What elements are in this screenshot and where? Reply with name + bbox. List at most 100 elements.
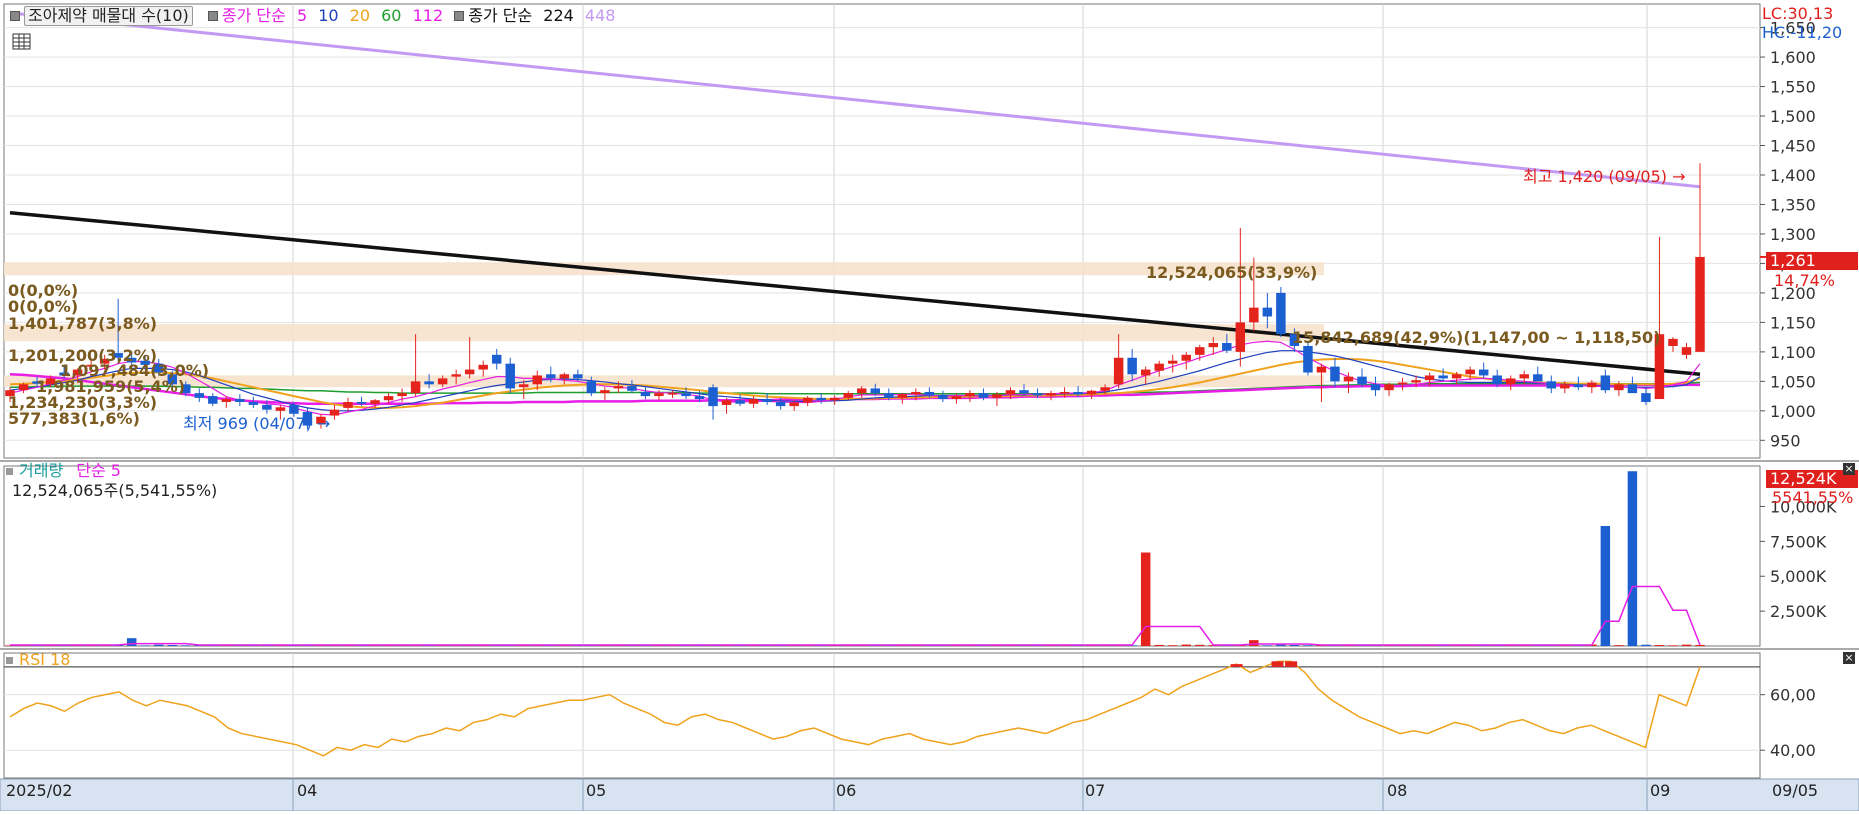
legend-toggle-icon[interactable] (6, 657, 13, 664)
legend-toggle-icon[interactable] (6, 468, 13, 475)
candle-body (370, 400, 380, 404)
candle-body (1235, 322, 1246, 352)
candle-body (248, 401, 259, 405)
high-annotation: 최고 1,420 (09/05) → (1523, 167, 1686, 186)
volume-bar (1303, 645, 1313, 646)
last-price-tag: 1,261 (1766, 252, 1858, 270)
legend-toggle-icon[interactable] (207, 11, 218, 21)
price-tick-label: 1,500 (1770, 107, 1816, 126)
candle-body (1573, 384, 1584, 388)
zone-top-label: 12,524,065(33,9%) (1146, 263, 1318, 282)
candle-body (1519, 374, 1529, 379)
stock-chart-window: 9501,0001,0501,1001,1501,2001,2501,3001,… (0, 0, 1859, 812)
candle-body (1438, 375, 1448, 379)
candle-body (208, 396, 218, 404)
ma-group2-prefix: 종가 단순 (468, 6, 533, 25)
candle-body (816, 397, 826, 401)
price-tick-label: 1,450 (1770, 137, 1816, 156)
candle-body (1357, 376, 1367, 385)
price-legend: 조아제약 매물대 수(10) 종가 단순 5 10 20 60 112 종가 단… (6, 6, 615, 26)
candle-body (708, 387, 718, 407)
legend-toggle-icon[interactable] (10, 11, 20, 21)
volume-info: 12,524,065주(5,541,55%) (12, 481, 218, 500)
candle-body (924, 391, 935, 396)
candle-body (437, 378, 448, 385)
candle-body (1262, 307, 1273, 317)
rsi-overbought-mark (1271, 661, 1284, 667)
volume-bar (181, 645, 191, 646)
volume-profile-zone (4, 262, 1324, 276)
candle-body (857, 388, 867, 394)
volume-profile-button[interactable]: 조아제약 매물대 수(10) (24, 6, 193, 26)
candle-body (573, 374, 583, 379)
candle-body (1492, 375, 1502, 385)
chart-canvas[interactable]: 9501,0001,0501,1001,1501,2001,2501,3001,… (0, 0, 1859, 812)
candle-body (1113, 357, 1124, 385)
candle-body (1681, 347, 1692, 355)
hc-value: HC:-11,20 (1762, 23, 1843, 42)
volume-bar (1167, 645, 1178, 646)
volume-ma-label: 단순 5 (76, 461, 121, 480)
candle-body (911, 391, 921, 395)
candle-body (329, 409, 340, 416)
candle-body (1154, 363, 1164, 371)
volume-bar (1627, 471, 1638, 646)
candle-body (1627, 384, 1638, 394)
volume-bar (1668, 645, 1678, 646)
candle-body (965, 393, 975, 397)
candle-body (559, 374, 570, 379)
legend-ma20: 20 (349, 6, 371, 25)
candle-body (978, 393, 989, 398)
price-tick-label: 1,100 (1770, 343, 1816, 362)
grid-icon[interactable] (12, 32, 32, 52)
arrow-right-icon: → (316, 414, 331, 433)
candle-body (221, 399, 232, 402)
candle-body (748, 399, 759, 404)
close-icon[interactable]: × (1843, 463, 1855, 475)
price-tick-label: 950 (1770, 431, 1801, 450)
rsi-legend: RSI 18 (6, 651, 70, 669)
legend-ma10: 10 (318, 6, 339, 25)
candle-body (938, 395, 948, 400)
volume-bar (153, 644, 164, 646)
candle-body (1560, 384, 1570, 389)
volume-legend: 거래량 단순 5 (6, 462, 121, 480)
zone-mid-label: 15,842,689(42,9%)(1,147,00 ~ 1,118,50) (1292, 328, 1661, 347)
volume-title: 거래량 (19, 461, 64, 480)
rsi-overbought-mark (1230, 664, 1243, 667)
close-icon[interactable]: × (1843, 652, 1855, 664)
legend-toggle-icon[interactable] (454, 11, 465, 21)
volume-last-pct: 5541,55% (1772, 488, 1854, 507)
candle-body (627, 386, 637, 391)
candle-body (424, 381, 434, 385)
legend-ma112: 112 (412, 6, 444, 25)
volume-bar (1681, 644, 1692, 646)
volume-bar (126, 638, 137, 646)
candle-body (1086, 390, 1097, 395)
candle-body (1546, 381, 1557, 389)
candle-body (519, 384, 529, 388)
candle-body (829, 397, 840, 401)
rsi-title: RSI 18 (19, 650, 71, 669)
candle-body (275, 407, 286, 411)
candle-body (1316, 366, 1327, 373)
volume-bar (1614, 645, 1624, 646)
candle-body (546, 374, 556, 379)
candle-body (694, 396, 705, 400)
rsi-overbought-mark (1285, 661, 1298, 667)
candle-body (464, 369, 475, 375)
candle-body (1330, 366, 1340, 382)
rsi-tick-label: 40,00 (1770, 741, 1816, 760)
candle-body (491, 354, 502, 364)
volume-bar (140, 645, 150, 646)
volume-profile-zone (4, 324, 1324, 342)
candle-body (1303, 345, 1313, 373)
volume-bar (1195, 644, 1205, 646)
candle-body (721, 400, 732, 405)
candle-body (992, 394, 1002, 398)
candle-body (1276, 292, 1286, 335)
candle-body (1397, 382, 1408, 385)
candle-body (735, 400, 745, 404)
candle-body (586, 381, 597, 394)
candle-body (951, 396, 962, 400)
